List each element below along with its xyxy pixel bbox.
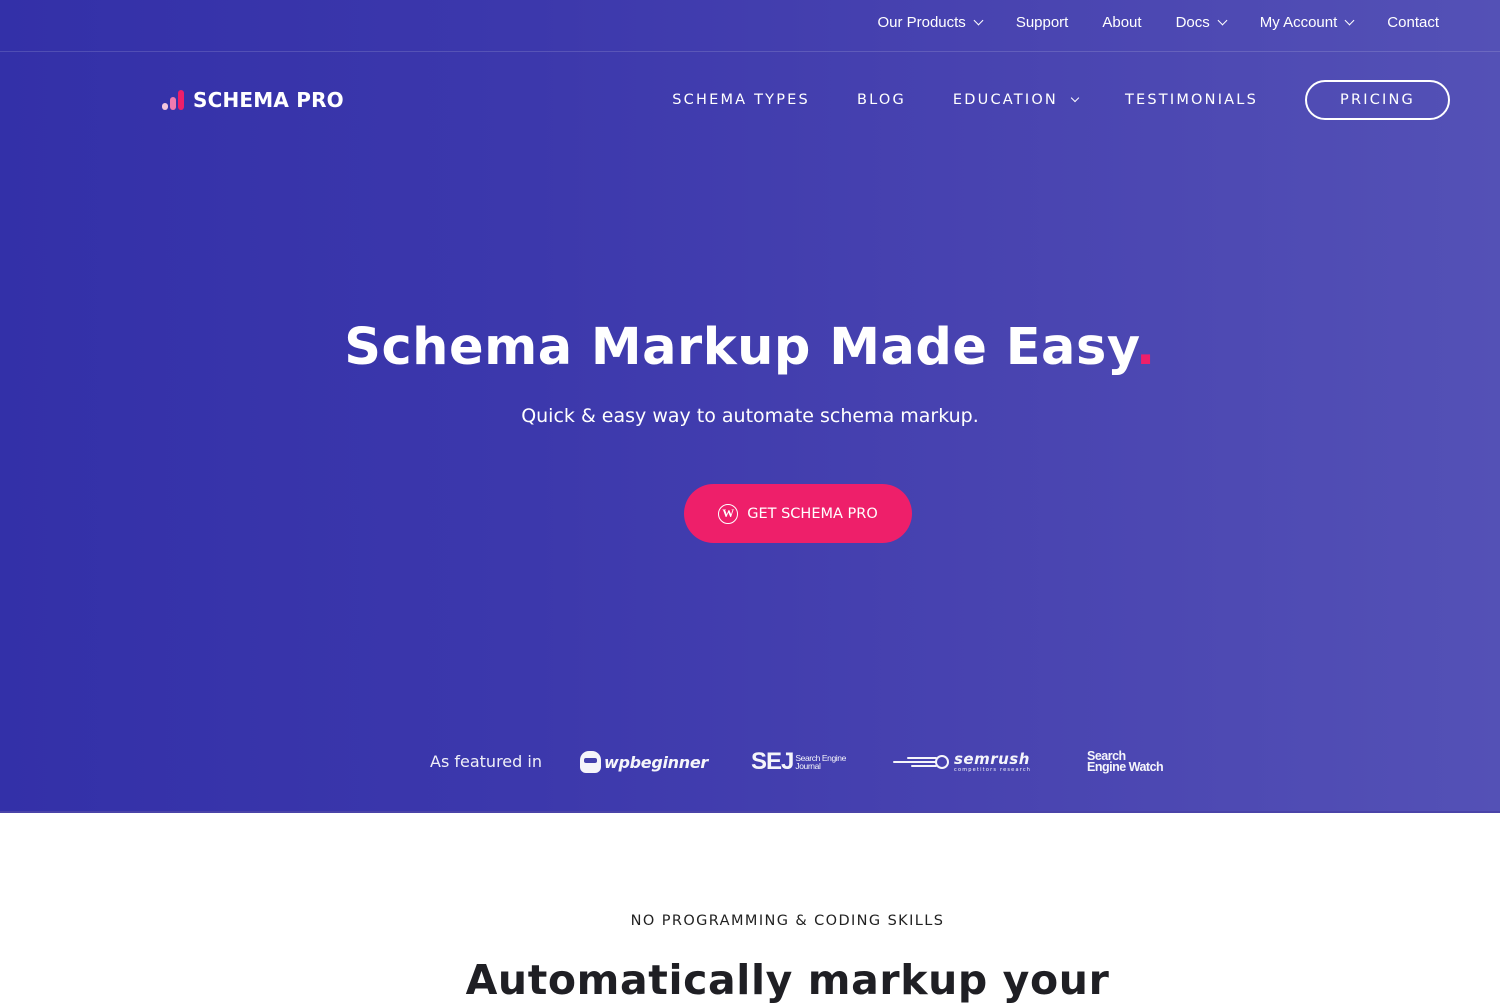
top-nav: Our Products Support About Docs My Accou… bbox=[877, 0, 1439, 44]
hero-title: Schema Markup Made Easy. bbox=[0, 318, 1500, 377]
nav-label: SCHEMA TYPES bbox=[672, 92, 810, 108]
sej-abbr: SEJ bbox=[751, 748, 794, 775]
section-eyebrow: NO PROGRAMMING & CODING SKILLS bbox=[630, 913, 945, 929]
nav-blog[interactable]: BLOG bbox=[857, 92, 906, 108]
topnav-label: My Account bbox=[1259, 13, 1338, 31]
chevron-down-icon bbox=[1217, 15, 1228, 25]
nav-label: BLOG bbox=[856, 92, 906, 108]
hero-title-dot: . bbox=[1135, 318, 1156, 377]
nav-testimonials[interactable]: TESTIMONIALS bbox=[1125, 92, 1258, 108]
pricing-button[interactable]: PRICING bbox=[1305, 80, 1450, 120]
logo-text: SCHEMA PRO bbox=[193, 88, 344, 112]
cta-label: GET SCHEMA PRO bbox=[747, 505, 878, 522]
semrush-text: semrush bbox=[954, 749, 1030, 768]
semrush-tagline: competitors research bbox=[954, 766, 1032, 773]
topnav-label: Docs bbox=[1175, 13, 1210, 31]
hero-title-text: Schema Markup Made Easy bbox=[344, 318, 1136, 377]
topnav-our-products[interactable]: Our Products bbox=[877, 13, 984, 31]
sej-logo: SEJ Search Engine Journal bbox=[751, 744, 846, 780]
hero-subtitle: Quick & easy way to automate schema mark… bbox=[0, 405, 1500, 427]
semrush-words: semrush competitors research bbox=[954, 749, 1032, 773]
sew-line2: Engine Watch bbox=[1087, 760, 1164, 774]
nav-schema-types[interactable]: SCHEMA TYPES bbox=[672, 92, 810, 108]
hero-subtitle-text: Quick & easy way to automate schema mark… bbox=[521, 405, 979, 427]
wpbeginner-logo: wpbeginner bbox=[580, 744, 708, 780]
topnav-support[interactable]: Support bbox=[1016, 14, 1069, 31]
get-schema-pro-button[interactable]: W GET SCHEMA PRO bbox=[684, 484, 912, 543]
site-logo[interactable]: SCHEMA PRO bbox=[162, 88, 344, 112]
pricing-label: PRICING bbox=[1340, 92, 1415, 108]
wpbeginner-text: wpbeginner bbox=[604, 752, 709, 772]
topnav-my-account[interactable]: My Account bbox=[1259, 13, 1355, 31]
semrush-logo: semrush competitors research bbox=[893, 744, 1031, 780]
sej-words: Search Engine Journal bbox=[795, 754, 846, 771]
main-nav: SCHEMA TYPES BLOG EDUCATION TESTIMONIALS… bbox=[672, 80, 1450, 120]
wordpress-icon: W bbox=[718, 503, 739, 524]
bar-chart-icon bbox=[162, 89, 187, 111]
wpbeginner-mascot-icon bbox=[580, 751, 601, 773]
top-utility-bar: Our Products Support About Docs My Accou… bbox=[0, 0, 1500, 52]
topnav-label: About bbox=[1102, 13, 1142, 31]
topnav-label: Contact bbox=[1387, 13, 1439, 31]
nav-education[interactable]: EDUCATION bbox=[952, 92, 1080, 108]
topnav-about[interactable]: About bbox=[1102, 14, 1141, 31]
topnav-label: Support bbox=[1015, 13, 1069, 31]
semrush-flame-icon bbox=[893, 755, 947, 769]
nav-label: TESTIMONIALS bbox=[1124, 92, 1258, 108]
chevron-down-icon bbox=[1070, 93, 1080, 103]
topnav-docs[interactable]: Docs bbox=[1175, 13, 1228, 31]
featured-in-strip: As featured in wpbeginner SEJ Search Eng… bbox=[0, 744, 1500, 780]
section-title: Automatically markup your bbox=[465, 956, 1110, 1004]
search-engine-watch-logo: Search Engine Watch bbox=[1087, 744, 1164, 780]
chevron-down-icon bbox=[973, 15, 984, 25]
chevron-down-icon bbox=[1344, 15, 1355, 25]
featured-label: As featured in bbox=[430, 752, 542, 771]
nav-label: EDUCATION bbox=[952, 92, 1058, 108]
hero-section: Our Products Support About Docs My Accou… bbox=[0, 0, 1500, 813]
sej-line2: Journal bbox=[795, 761, 821, 771]
topnav-contact[interactable]: Contact bbox=[1387, 14, 1439, 31]
topnav-label: Our Products bbox=[877, 13, 966, 31]
